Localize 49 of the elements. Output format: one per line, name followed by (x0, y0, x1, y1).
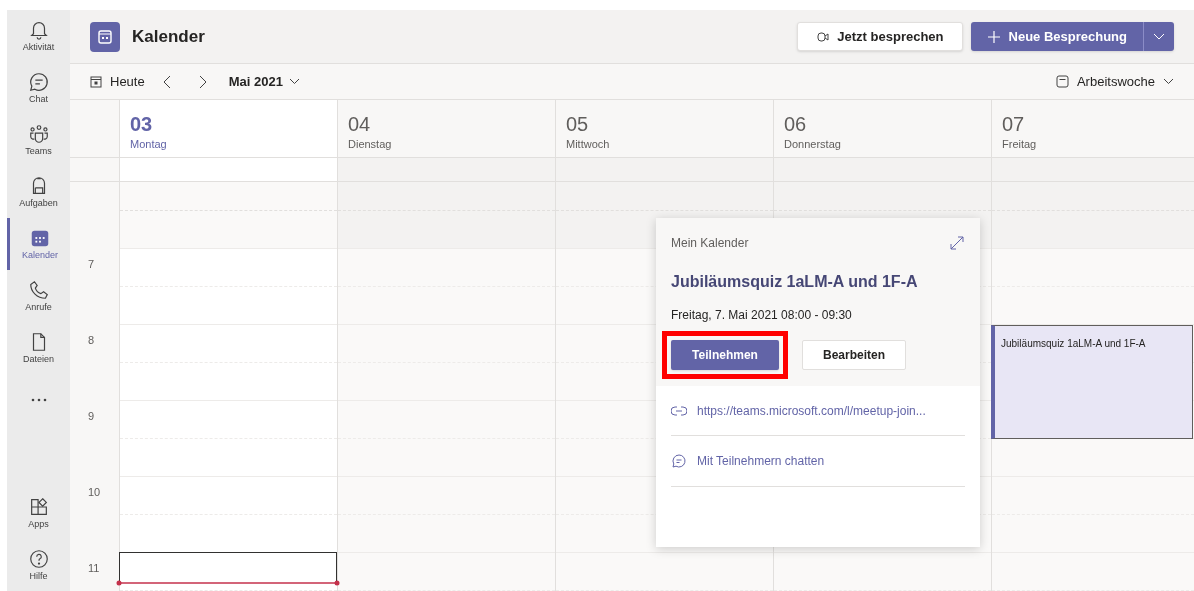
hour-label: 7 (88, 258, 95, 270)
rail-item[interactable]: Aufgaben (7, 166, 70, 218)
rail-item[interactable]: Chat (7, 62, 70, 114)
calendar-name: Mein Kalender (671, 235, 749, 252)
meet-now-button[interactable]: Jetzt besprechen (797, 22, 963, 51)
rail-item[interactable]: Aktivität (7, 10, 70, 62)
chevron-right-icon (198, 74, 207, 89)
plus-icon (986, 29, 1001, 44)
phone-icon (27, 279, 50, 301)
rail-item[interactable]: Hilfe (7, 539, 70, 591)
chat-icon (671, 453, 687, 469)
calendar-icon (90, 21, 120, 52)
rail-item[interactable]: Apps (7, 487, 70, 539)
page-title: Kalender (132, 25, 205, 48)
event-title: Jubiläumsquiz 1aLM-A und 1F-A (671, 272, 919, 292)
hour-label: 8 (88, 334, 95, 346)
all-day-cell[interactable] (119, 158, 337, 181)
join-button[interactable]: Teilnehmen (671, 340, 779, 370)
chevron-left-icon (162, 74, 171, 89)
edit-button[interactable]: Bearbeiten (802, 340, 906, 370)
month-picker[interactable]: Mai 2021 (228, 71, 300, 92)
calendar-view-icon (1055, 75, 1069, 88)
chat-icon (27, 71, 50, 93)
meeting-link[interactable]: https://teams.microsoft.com/l/meetup-join... (697, 401, 926, 420)
event-time: Freitag, 7. Mai 2021 08:00 - 09:30 (671, 307, 853, 324)
people-icon (27, 123, 50, 145)
rail-item[interactable]: Anrufe (7, 270, 70, 322)
chat-link[interactable]: Mit Teilnehmern chatten (697, 452, 825, 470)
chevron-down-icon (1163, 78, 1174, 85)
hour-label: 10 (88, 486, 101, 498)
rail-item[interactable]: Dateien (7, 322, 70, 374)
selected-slot[interactable] (119, 552, 337, 581)
calendar-icon (90, 75, 102, 88)
day-header[interactable]: 03 Montag (119, 100, 337, 157)
rail-item[interactable]: Teams (7, 114, 70, 166)
today-button[interactable]: Heute (90, 71, 145, 92)
view-picker[interactable]: Arbeitswoche (1055, 71, 1174, 92)
event-title: Jubiläumsquiz 1aLM-A und 1F-A (1001, 338, 1146, 349)
link-icon (671, 405, 687, 416)
help-icon (27, 548, 50, 570)
chevron-down-icon (1153, 32, 1165, 41)
chevron-down-icon (288, 78, 300, 85)
hour-label: 9 (88, 410, 95, 422)
calendar-event[interactable]: Jubiläumsquiz 1aLM-A und 1F-A (991, 325, 1193, 439)
next-button[interactable] (198, 74, 207, 89)
expand-icon[interactable] (949, 235, 965, 251)
video-icon (816, 29, 831, 44)
hour-label: 11 (88, 562, 100, 574)
previous-button[interactable] (162, 74, 171, 89)
